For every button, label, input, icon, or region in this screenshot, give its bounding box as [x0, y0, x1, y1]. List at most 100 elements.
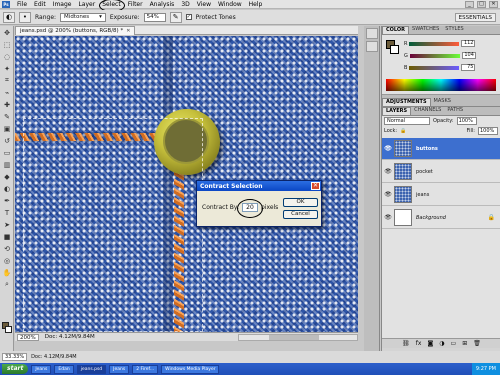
brush-tool-icon[interactable]: ✎	[1, 111, 13, 122]
pen-tool-icon[interactable]: ✒	[1, 195, 13, 206]
tab-color[interactable]: COLOR	[382, 26, 410, 34]
trash-icon[interactable]: 🗑	[473, 340, 481, 347]
menu-analysis[interactable]: Analysis	[150, 1, 175, 8]
layer-row-jeans[interactable]: 👁 jeans	[382, 184, 500, 206]
dialog-titlebar[interactable]: Contract Selection ✕	[197, 181, 321, 191]
stamp-tool-icon[interactable]: ▣	[1, 123, 13, 134]
minimize-button[interactable]: _	[465, 0, 474, 8]
lasso-tool-icon[interactable]: ◌	[1, 51, 13, 62]
workspace-switcher[interactable]: ESSENTIALS	[454, 12, 496, 22]
tab-masks[interactable]: MASKS	[431, 98, 454, 106]
magic-wand-tool-icon[interactable]: ✦	[1, 63, 13, 74]
3d-rotate-tool-icon[interactable]: ⟲	[1, 243, 13, 254]
tab-paths[interactable]: PATHS	[444, 107, 466, 115]
menu-help[interactable]: Help	[249, 1, 263, 8]
brush-preset-icon[interactable]: •	[19, 11, 31, 23]
start-button[interactable]: start	[2, 364, 29, 374]
menu-file[interactable]: File	[17, 1, 27, 8]
menu-filter[interactable]: Filter	[128, 1, 143, 8]
tab-channels[interactable]: CHANNELS	[411, 107, 444, 115]
menu-3d[interactable]: 3D	[181, 1, 189, 8]
eraser-tool-icon[interactable]: ▭	[1, 147, 13, 158]
scrollbar-thumb[interactable]	[269, 334, 319, 340]
background-color-swatch[interactable]	[5, 326, 12, 333]
menu-edit[interactable]: Edit	[34, 1, 46, 8]
protect-tones-checkbox[interactable]: ✓	[185, 14, 192, 20]
contract-by-input[interactable]: 20	[236, 199, 263, 218]
close-button[interactable]: ✕	[489, 0, 498, 8]
layer-row-background[interactable]: 👁 Background 🔒	[382, 207, 500, 229]
menu-view[interactable]: View	[197, 1, 211, 8]
taskbar-item[interactable]: Jeans	[109, 364, 130, 374]
taskbar-item[interactable]: Windows Media Player	[161, 364, 220, 374]
type-tool-icon[interactable]: T	[1, 207, 13, 218]
ok-button[interactable]: OK	[283, 198, 318, 207]
move-tool-icon[interactable]: ✥	[1, 27, 13, 38]
history-panel-icon[interactable]	[366, 28, 378, 39]
tab-layers[interactable]: LAYERS	[382, 107, 412, 115]
crop-tool-icon[interactable]: ⌗	[1, 75, 13, 86]
taskbar-item[interactable]: Edan	[54, 364, 74, 374]
eye-icon[interactable]: 👁	[382, 191, 394, 198]
taskbar-item[interactable]: jeans.psd	[76, 364, 107, 374]
tab-adjustments[interactable]: ADJUSTMENTS	[382, 98, 431, 106]
layer-row-buttons[interactable]: 👁 buttons	[382, 138, 500, 160]
eye-icon[interactable]: 👁	[382, 145, 394, 152]
red-value-input[interactable]: 112	[461, 40, 476, 47]
color-panel-background-swatch[interactable]	[390, 45, 399, 54]
eyedropper-tool-icon[interactable]: ⌁	[1, 87, 13, 98]
dodge-tool-icon-sidebar[interactable]: ◐	[1, 183, 13, 194]
menu-image[interactable]: Image	[53, 1, 72, 8]
green-slider[interactable]	[409, 53, 460, 58]
dodge-tool-icon[interactable]: ◐	[3, 11, 15, 23]
blend-mode-select[interactable]: Normal	[384, 117, 430, 125]
new-group-icon[interactable]: ▭	[451, 340, 457, 347]
tab-swatches[interactable]: SWATCHES	[409, 26, 442, 34]
exposure-input[interactable]: 54%	[143, 12, 166, 22]
layer-row-pocket[interactable]: 👁 pocket	[382, 161, 500, 183]
document-tab[interactable]: jeans.psd @ 200% (buttons, RGB/8) * ✕	[15, 25, 136, 35]
blue-slider[interactable]	[409, 65, 460, 70]
close-icon[interactable]: ✕	[126, 28, 130, 34]
horizontal-scrollbar[interactable]	[238, 333, 358, 341]
menu-layer[interactable]: Layer	[78, 1, 95, 8]
add-mask-icon[interactable]: ◙	[427, 340, 433, 347]
actions-panel-icon[interactable]	[366, 41, 378, 52]
zoom-tool-icon[interactable]: ⌕	[1, 279, 13, 290]
color-spectrum-ramp[interactable]	[386, 79, 496, 91]
link-layers-icon[interactable]: ⛓	[402, 340, 410, 347]
menu-select[interactable]: Select	[99, 0, 125, 12]
dialog-close-icon[interactable]: ✕	[311, 182, 320, 190]
lock-icon[interactable]: 🔒	[400, 128, 406, 134]
document-zoom-field[interactable]: 200%	[17, 333, 39, 341]
new-layer-icon[interactable]: ⊞	[462, 340, 467, 347]
shape-tool-icon[interactable]: ■	[1, 231, 13, 242]
second-zoom-field[interactable]: 33.33%	[2, 353, 28, 361]
taskbar-item[interactable]: 2 Firef...	[132, 364, 159, 374]
range-select[interactable]: Midtones ▾	[60, 12, 106, 22]
green-value-input[interactable]: 104	[461, 52, 476, 59]
cancel-button[interactable]: Cancel	[283, 210, 318, 219]
3d-orbit-tool-icon[interactable]: ◎	[1, 255, 13, 266]
eye-icon[interactable]: 👁	[382, 214, 394, 221]
fill-input[interactable]: 100%	[478, 127, 498, 135]
red-slider[interactable]	[409, 41, 460, 46]
eye-icon[interactable]: 👁	[382, 168, 394, 175]
marquee-tool-icon[interactable]: ⬚	[1, 39, 13, 50]
blur-tool-icon[interactable]: ◆	[1, 171, 13, 182]
layer-style-icon[interactable]: fx	[416, 340, 422, 347]
blue-value-input[interactable]: 75	[461, 64, 476, 71]
adjustment-layer-icon[interactable]: ◑	[439, 340, 444, 347]
history-brush-tool-icon[interactable]: ↺	[1, 135, 13, 146]
menu-window[interactable]: Window	[218, 1, 242, 8]
healing-tool-icon[interactable]: ✚	[1, 99, 13, 110]
taskbar-item[interactable]: Jeans	[31, 364, 52, 374]
gradient-tool-icon[interactable]: ▥	[1, 159, 13, 170]
maximize-button[interactable]: □	[477, 0, 486, 8]
opacity-input[interactable]: 100%	[456, 117, 477, 125]
path-selection-tool-icon[interactable]: ➤	[1, 219, 13, 230]
tab-styles[interactable]: STYLES	[442, 26, 466, 34]
workspace-button[interactable]: ESSENTIALS	[454, 12, 496, 22]
hand-tool-icon[interactable]: ✋	[1, 267, 13, 278]
airbrush-icon[interactable]: ✎	[169, 11, 182, 23]
